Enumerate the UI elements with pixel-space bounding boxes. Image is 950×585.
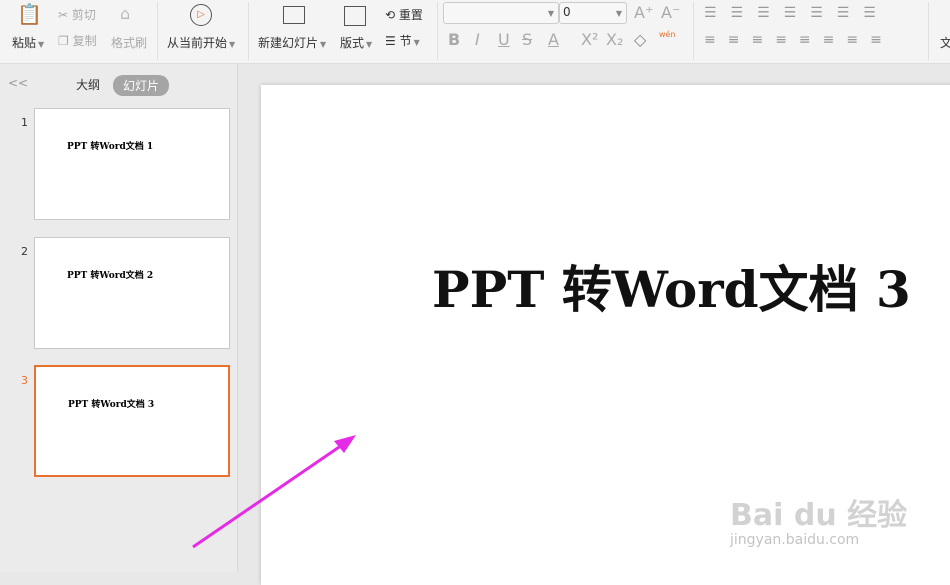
watermark-url: jingyan.baidu.com <box>730 532 860 548</box>
watermark-logo: Bai du 经验 <box>730 498 908 533</box>
annotation-arrow <box>192 435 356 549</box>
